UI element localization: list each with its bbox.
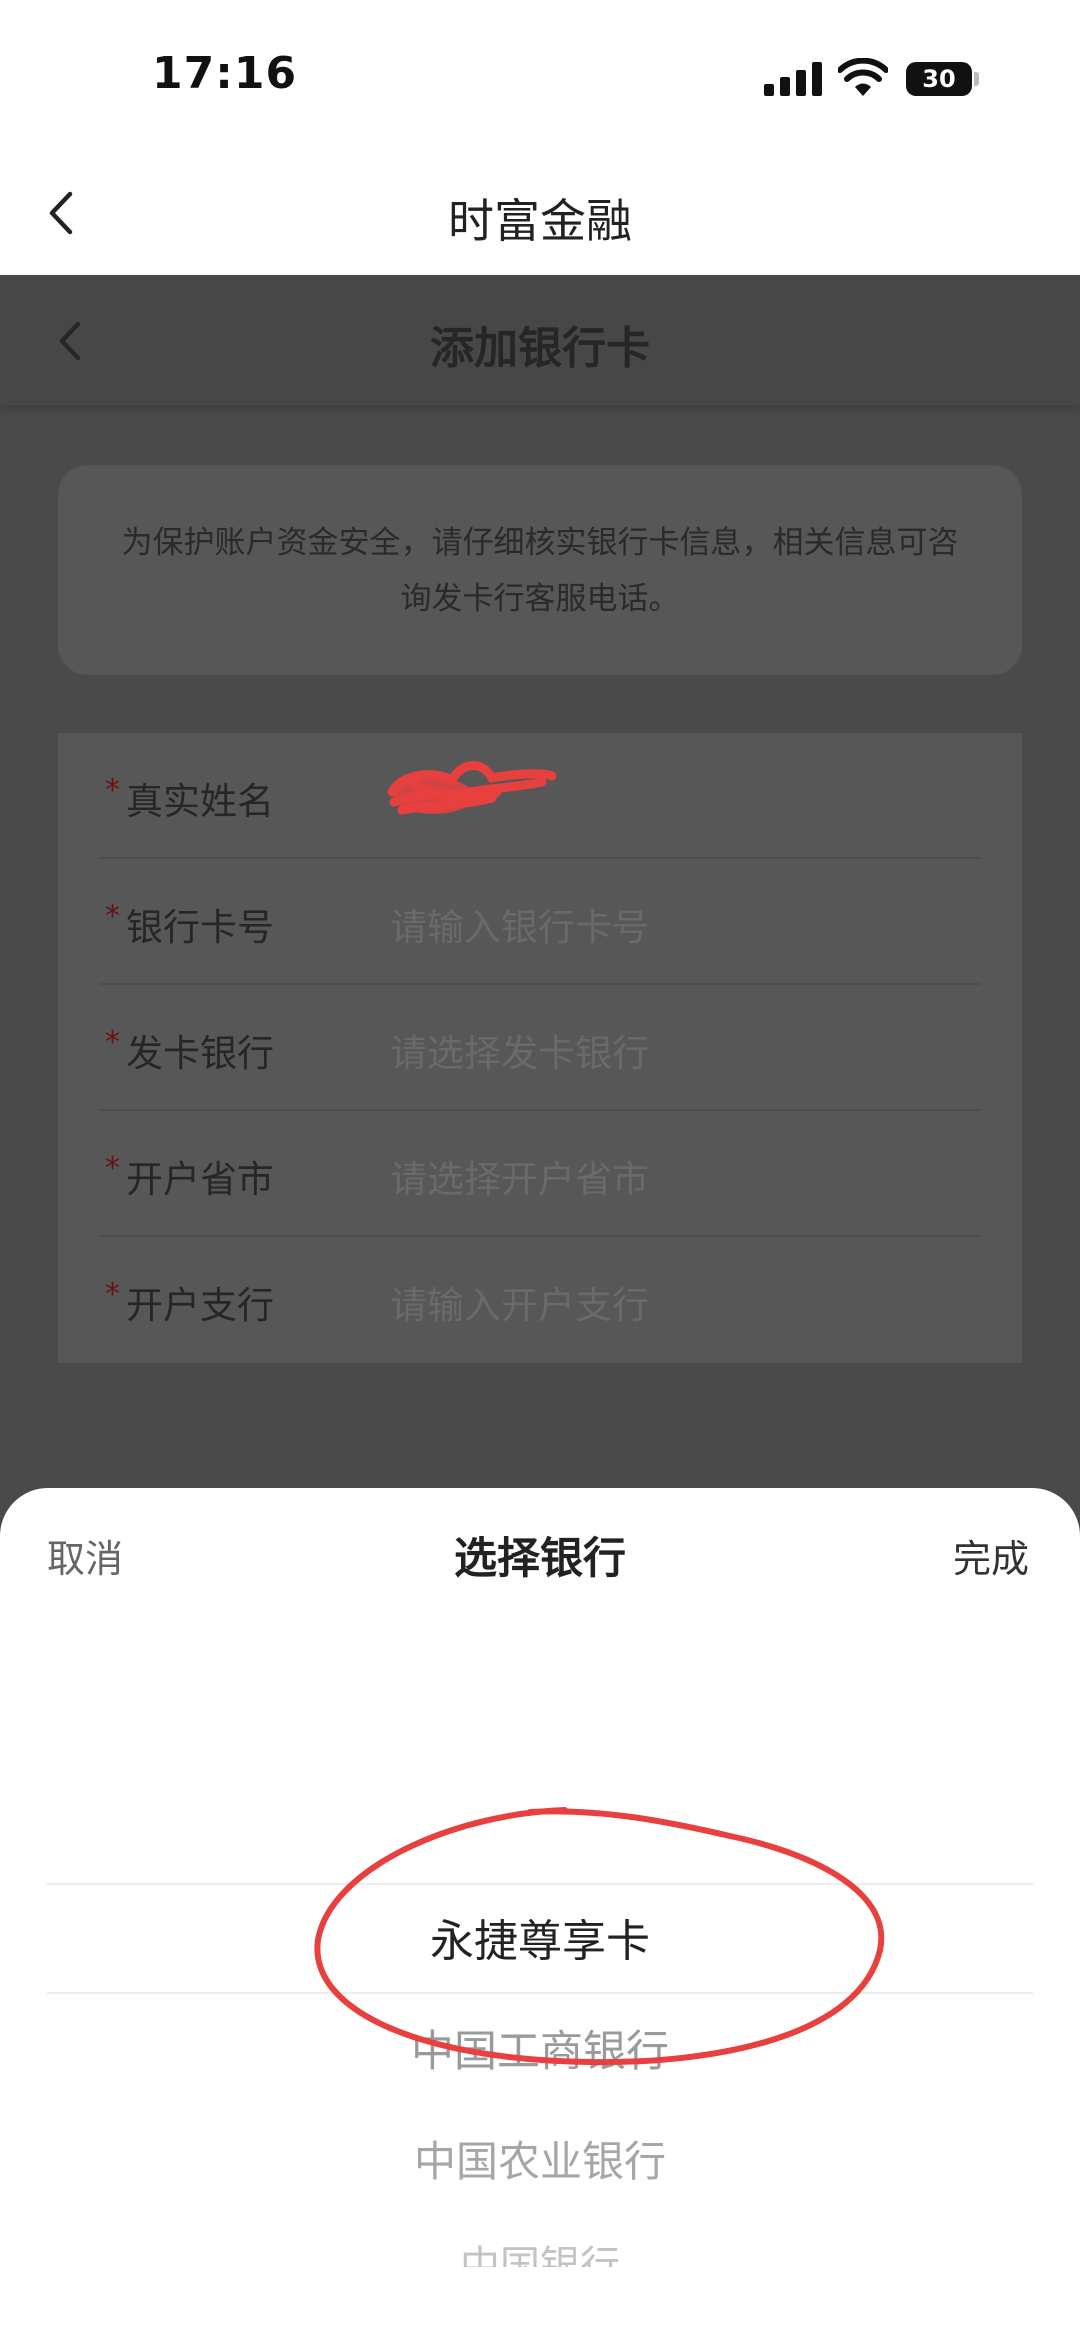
wifi-icon bbox=[838, 58, 888, 96]
picker-title: 选择银行 bbox=[454, 1534, 626, 1584]
field-issuing-bank[interactable]: * 发卡银行 请选择发卡银行 bbox=[100, 985, 980, 1111]
field-label: 发卡银行 bbox=[126, 1032, 274, 1075]
field-branch[interactable]: * 开户支行 请输入开户支行 bbox=[100, 1237, 980, 1363]
page-title: 添加银行卡 bbox=[430, 323, 650, 374]
picker-option[interactable]: 中国农业银行 bbox=[0, 2128, 1080, 2189]
required-mark: * bbox=[105, 773, 120, 808]
branch-input[interactable]: 请输入开户支行 bbox=[390, 1275, 649, 1329]
field-province-city[interactable]: * 开户省市 请选择开户省市 bbox=[100, 1111, 980, 1237]
province-city-select[interactable]: 请选择开户省市 bbox=[390, 1149, 649, 1203]
signal-icon bbox=[764, 62, 822, 96]
field-label: 真实姓名 bbox=[126, 780, 274, 823]
notice-text: 为保护账户资金安全，请仔细核实银行卡信息，相关信息可咨询发卡行客服电话。 bbox=[121, 525, 959, 617]
card-number-input[interactable]: 请输入银行卡号 bbox=[390, 897, 649, 951]
field-label: 开户支行 bbox=[126, 1284, 274, 1327]
field-label: 开户省市 bbox=[126, 1158, 274, 1201]
required-mark: * bbox=[105, 899, 120, 934]
field-label: 银行卡号 bbox=[126, 906, 274, 949]
status-time: 17:16 bbox=[152, 48, 298, 99]
battery-icon: 30 bbox=[906, 62, 972, 96]
required-mark: * bbox=[105, 1151, 120, 1186]
required-mark: * bbox=[105, 1025, 120, 1060]
redaction-scribble bbox=[387, 761, 557, 815]
picker-option[interactable]: 中国银行 bbox=[0, 2233, 1080, 2267]
required-mark: * bbox=[105, 1277, 120, 1312]
battery-level: 30 bbox=[922, 65, 956, 93]
annotation-circle bbox=[314, 1807, 885, 2066]
field-card-number[interactable]: * 银行卡号 请输入银行卡号 bbox=[100, 859, 980, 985]
battery-tip bbox=[974, 72, 979, 86]
done-button[interactable]: 完成 bbox=[953, 1528, 1029, 1583]
issuing-bank-select[interactable]: 请选择发卡银行 bbox=[390, 1023, 649, 1077]
app-title: 时富金融 bbox=[448, 194, 632, 248]
